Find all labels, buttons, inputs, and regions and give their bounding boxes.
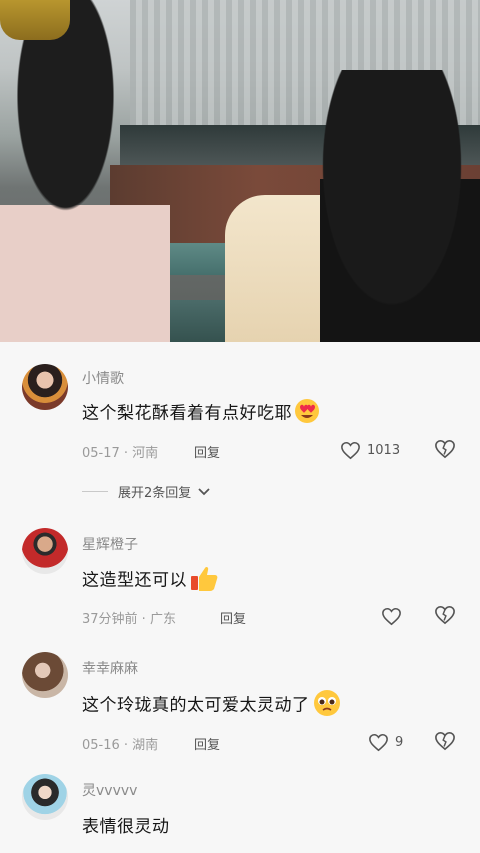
comment-date-location: 05-16 · 湖南 <box>82 738 159 753</box>
avatar[interactable] <box>22 774 68 820</box>
comment-text-body: 表情很灵动 <box>82 817 170 837</box>
heart-outline-icon <box>369 733 388 751</box>
comment-text-body: 这造型还可以 <box>82 570 187 591</box>
comment-username[interactable]: 灵vvvvv <box>82 780 137 800</box>
avatar[interactable] <box>22 364 68 410</box>
expand-replies-button[interactable]: 展开2条回复 <box>82 482 211 501</box>
video-figure-girl-hair <box>320 70 480 342</box>
comment-text: 这个梨花酥看着有点好吃耶 <box>82 398 320 429</box>
like-button[interactable] <box>381 605 402 627</box>
comment-text-body: 这个玲珑真的太可爱太灵动了 <box>82 695 310 716</box>
reply-button[interactable]: 回复 <box>194 442 220 461</box>
thumbs-up-emoji-icon <box>189 564 219 597</box>
broken-heart-icon <box>435 439 455 459</box>
like-count: 9 <box>395 734 404 750</box>
avatar[interactable] <box>22 528 68 574</box>
video-figure-crown <box>0 0 70 40</box>
like-button[interactable]: 1013 <box>340 439 400 461</box>
comment-date-location: 05-17 · 河南 <box>82 446 159 461</box>
comment-text: 表情很灵动 <box>82 812 170 837</box>
divider <box>82 491 108 492</box>
comment-username[interactable]: 幸幸麻麻 <box>82 658 138 678</box>
expand-replies-label: 展开2条回复 <box>118 486 192 501</box>
heart-outline-icon <box>341 441 360 459</box>
reply-button[interactable]: 回复 <box>220 608 246 627</box>
like-count: 1013 <box>367 442 401 458</box>
broken-heart-icon <box>435 731 455 751</box>
like-button[interactable]: 9 <box>368 731 403 753</box>
comment-text-body: 这个梨花酥看着有点好吃耶 <box>82 403 292 424</box>
comment-text: 这个玲珑真的太可爱太灵动了 <box>82 688 342 723</box>
avatar[interactable] <box>22 652 68 698</box>
comment-date-location: 37分钟前 · 广东 <box>82 612 176 627</box>
comment-text: 这造型还可以 <box>82 564 219 597</box>
chevron-down-icon <box>198 487 210 495</box>
video-figure-man <box>0 0 170 342</box>
video-player[interactable] <box>0 0 480 342</box>
dislike-button[interactable] <box>434 439 456 461</box>
reply-button[interactable]: 回复 <box>194 734 220 753</box>
heart-eyes-emoji-icon <box>294 398 320 429</box>
dislike-button[interactable] <box>434 731 456 753</box>
pleading-face-emoji-icon <box>312 688 342 723</box>
comment-username[interactable]: 小情歌 <box>82 368 124 388</box>
heart-outline-icon <box>382 607 401 625</box>
comment-username[interactable]: 星辉橙子 <box>82 534 138 554</box>
dislike-button[interactable] <box>434 605 456 627</box>
broken-heart-icon <box>435 605 455 625</box>
